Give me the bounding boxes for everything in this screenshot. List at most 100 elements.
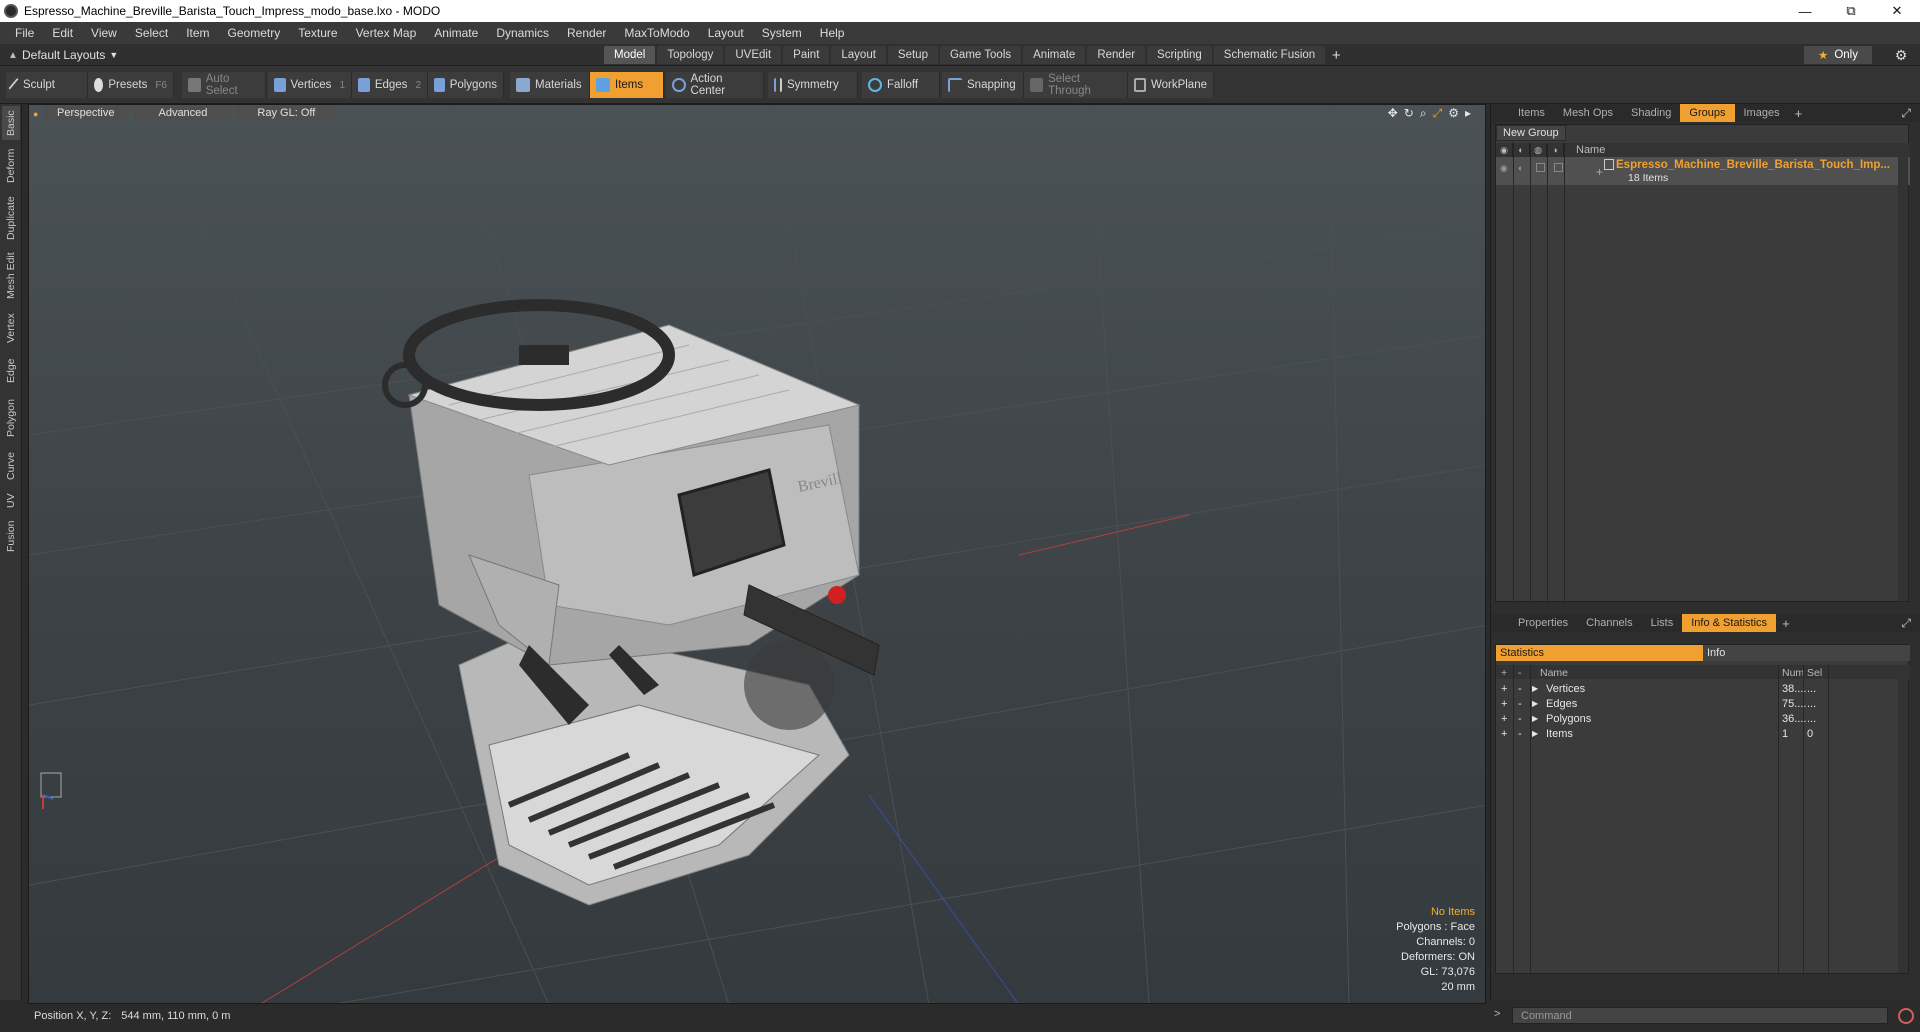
remove-icon[interactable]: - (1518, 711, 1522, 726)
materials-button[interactable]: Materials (510, 72, 590, 98)
tab-mesh-ops[interactable]: Mesh Ops (1554, 104, 1622, 122)
vtab-mesh-edit[interactable]: Mesh Edit (2, 250, 20, 302)
select-col-icon[interactable]: ◑ (1547, 143, 1564, 157)
group-render-icon[interactable]: ◐ (1518, 163, 1523, 173)
vtab-curve[interactable]: Curve (2, 448, 20, 484)
add-info-tab-button[interactable]: + (1776, 616, 1796, 631)
select-through-button[interactable]: Select Through (1024, 72, 1128, 98)
add-icon[interactable]: + (1501, 696, 1507, 711)
expand-group-icon[interactable]: + (1596, 165, 1603, 179)
rotate-view-icon[interactable]: ↻ (1404, 106, 1414, 121)
tab-scripting[interactable]: Scripting (1147, 46, 1212, 64)
maximize-button[interactable]: ⧉ (1828, 0, 1874, 22)
menu-dynamics[interactable]: Dynamics (487, 26, 558, 40)
tab-setup[interactable]: Setup (887, 46, 938, 64)
minimize-button[interactable]: — (1782, 0, 1828, 22)
tab-info-statistics[interactable]: Info & Statistics (1682, 614, 1777, 632)
add-icon[interactable]: + (1501, 681, 1507, 696)
expand-arrow-icon[interactable]: ▶ (1532, 726, 1538, 741)
snapping-button[interactable]: Snapping (942, 72, 1024, 98)
menu-select[interactable]: Select (126, 26, 177, 40)
items-button[interactable]: Items (590, 72, 664, 98)
group-eye-icon[interactable]: ◉ (1500, 163, 1508, 174)
remove-icon[interactable]: - (1518, 681, 1522, 696)
tab-properties[interactable]: Properties (1509, 614, 1577, 632)
viewport-more-icon[interactable]: ▸ (1465, 106, 1471, 121)
vtab-edge[interactable]: Edge (2, 354, 20, 388)
menu-texture[interactable]: Texture (289, 26, 346, 40)
render-col-icon[interactable]: ◐ (1513, 143, 1530, 157)
tab-schematic-fusion[interactable]: Schematic Fusion (1213, 46, 1326, 64)
stat-row-vertices[interactable]: + - ▶ Vertices 38.... ... (1496, 681, 1910, 696)
close-button[interactable]: ✕ (1874, 0, 1920, 22)
falloff-button[interactable]: Falloff (862, 72, 940, 98)
vtab-basic[interactable]: Basic (2, 106, 20, 140)
add-tab-button[interactable]: + (1327, 46, 1345, 64)
symmetry-button[interactable]: Symmetry (768, 72, 858, 98)
polygons-button[interactable]: Polygons (428, 72, 504, 98)
shading-mode-button[interactable]: Advanced (134, 106, 232, 120)
add-icon[interactable]: + (1501, 726, 1507, 741)
vtab-vertex[interactable]: Vertex (2, 308, 20, 348)
tab-shading[interactable]: Shading (1622, 104, 1680, 122)
menu-view[interactable]: View (82, 26, 126, 40)
remove-all-icon[interactable]: - (1518, 665, 1522, 680)
menu-file[interactable]: File (6, 26, 43, 40)
menu-vertex-map[interactable]: Vertex Map (347, 26, 426, 40)
only-toggle[interactable]: ★ Only (1804, 46, 1872, 64)
expand-arrow-icon[interactable]: ▶ (1532, 711, 1538, 726)
3d-viewport[interactable]: Brevill ● Perspective Advanced Ray GL: O… (28, 104, 1486, 1004)
command-history-icon[interactable] (1898, 1008, 1914, 1024)
tab-topology[interactable]: Topology (657, 46, 724, 64)
menu-help[interactable]: Help (811, 26, 854, 40)
edges-button[interactable]: Edges 2 (352, 72, 428, 98)
menu-maxtomodo[interactable]: MaxToModo (615, 26, 698, 40)
expand-arrow-icon[interactable]: ▶ (1532, 681, 1538, 696)
tab-groups[interactable]: Groups (1680, 104, 1735, 122)
add-icon[interactable]: + (1501, 711, 1507, 726)
vertices-button[interactable]: Vertices 1 (268, 72, 352, 98)
tab-channels[interactable]: Channels (1577, 614, 1641, 632)
presets-button[interactable]: Presets F6 (88, 72, 174, 98)
tab-animate[interactable]: Animate (1023, 46, 1086, 64)
subtab-info[interactable]: Info (1703, 645, 1910, 661)
viewport-menu-dot[interactable]: ● (33, 109, 41, 119)
tab-model[interactable]: Model (604, 46, 656, 64)
expand-arrow-icon[interactable]: ▶ (1532, 696, 1538, 711)
workplane-button[interactable]: WorkPlane (1128, 72, 1214, 98)
layout-selector[interactable]: ▲ Default Layouts ▼ (8, 47, 118, 63)
groups-scrollbar[interactable] (1898, 143, 1908, 601)
remove-icon[interactable]: - (1518, 726, 1522, 741)
new-group-button[interactable]: New Group (1496, 125, 1566, 141)
tab-layout[interactable]: Layout (831, 46, 886, 64)
tab-lists[interactable]: Lists (1642, 614, 1683, 632)
auto-select-button[interactable]: Auto Select (182, 72, 266, 98)
menu-edit[interactable]: Edit (43, 26, 82, 40)
tab-game-tools[interactable]: Game Tools (939, 46, 1022, 64)
vtab-polygon[interactable]: Polygon (2, 394, 20, 442)
lock-col-icon[interactable]: ◍ (1530, 143, 1547, 157)
expand-info-panel-icon[interactable]: ⤢ (1901, 616, 1911, 631)
view-mode-button[interactable]: Perspective (43, 106, 129, 120)
action-center-button[interactable]: Action Center (666, 72, 764, 98)
group-row[interactable]: ◉ ◐ + Espresso_Machine_Breville_Barista_… (1496, 157, 1910, 185)
menu-render[interactable]: Render (558, 26, 615, 40)
menu-animate[interactable]: Animate (425, 26, 487, 40)
remove-icon[interactable]: - (1518, 696, 1522, 711)
move-view-icon[interactable]: ✥ (1388, 106, 1398, 121)
menu-system[interactable]: System (753, 26, 811, 40)
gear-icon[interactable]: ⚙ (1892, 46, 1910, 64)
sculpt-button[interactable]: Sculpt (6, 72, 88, 98)
visibility-col-icon[interactable]: ◉ (1496, 143, 1513, 157)
stat-row-items[interactable]: + - ▶ Items 1 0 (1496, 726, 1910, 741)
viewport-settings-icon[interactable]: ⚙ (1448, 106, 1459, 121)
stat-row-edges[interactable]: + - ▶ Edges 75.... ... (1496, 696, 1910, 711)
tab-images[interactable]: Images (1735, 104, 1789, 122)
stats-scrollbar[interactable] (1898, 665, 1908, 973)
tab-items[interactable]: Items (1509, 104, 1554, 122)
add-panel-tab-button[interactable]: + (1789, 106, 1809, 121)
vtab-deform[interactable]: Deform (2, 144, 20, 188)
menu-geometry[interactable]: Geometry (219, 26, 290, 40)
fit-view-icon[interactable]: ⤢ (1433, 106, 1443, 121)
vtab-duplicate[interactable]: Duplicate (2, 192, 20, 244)
